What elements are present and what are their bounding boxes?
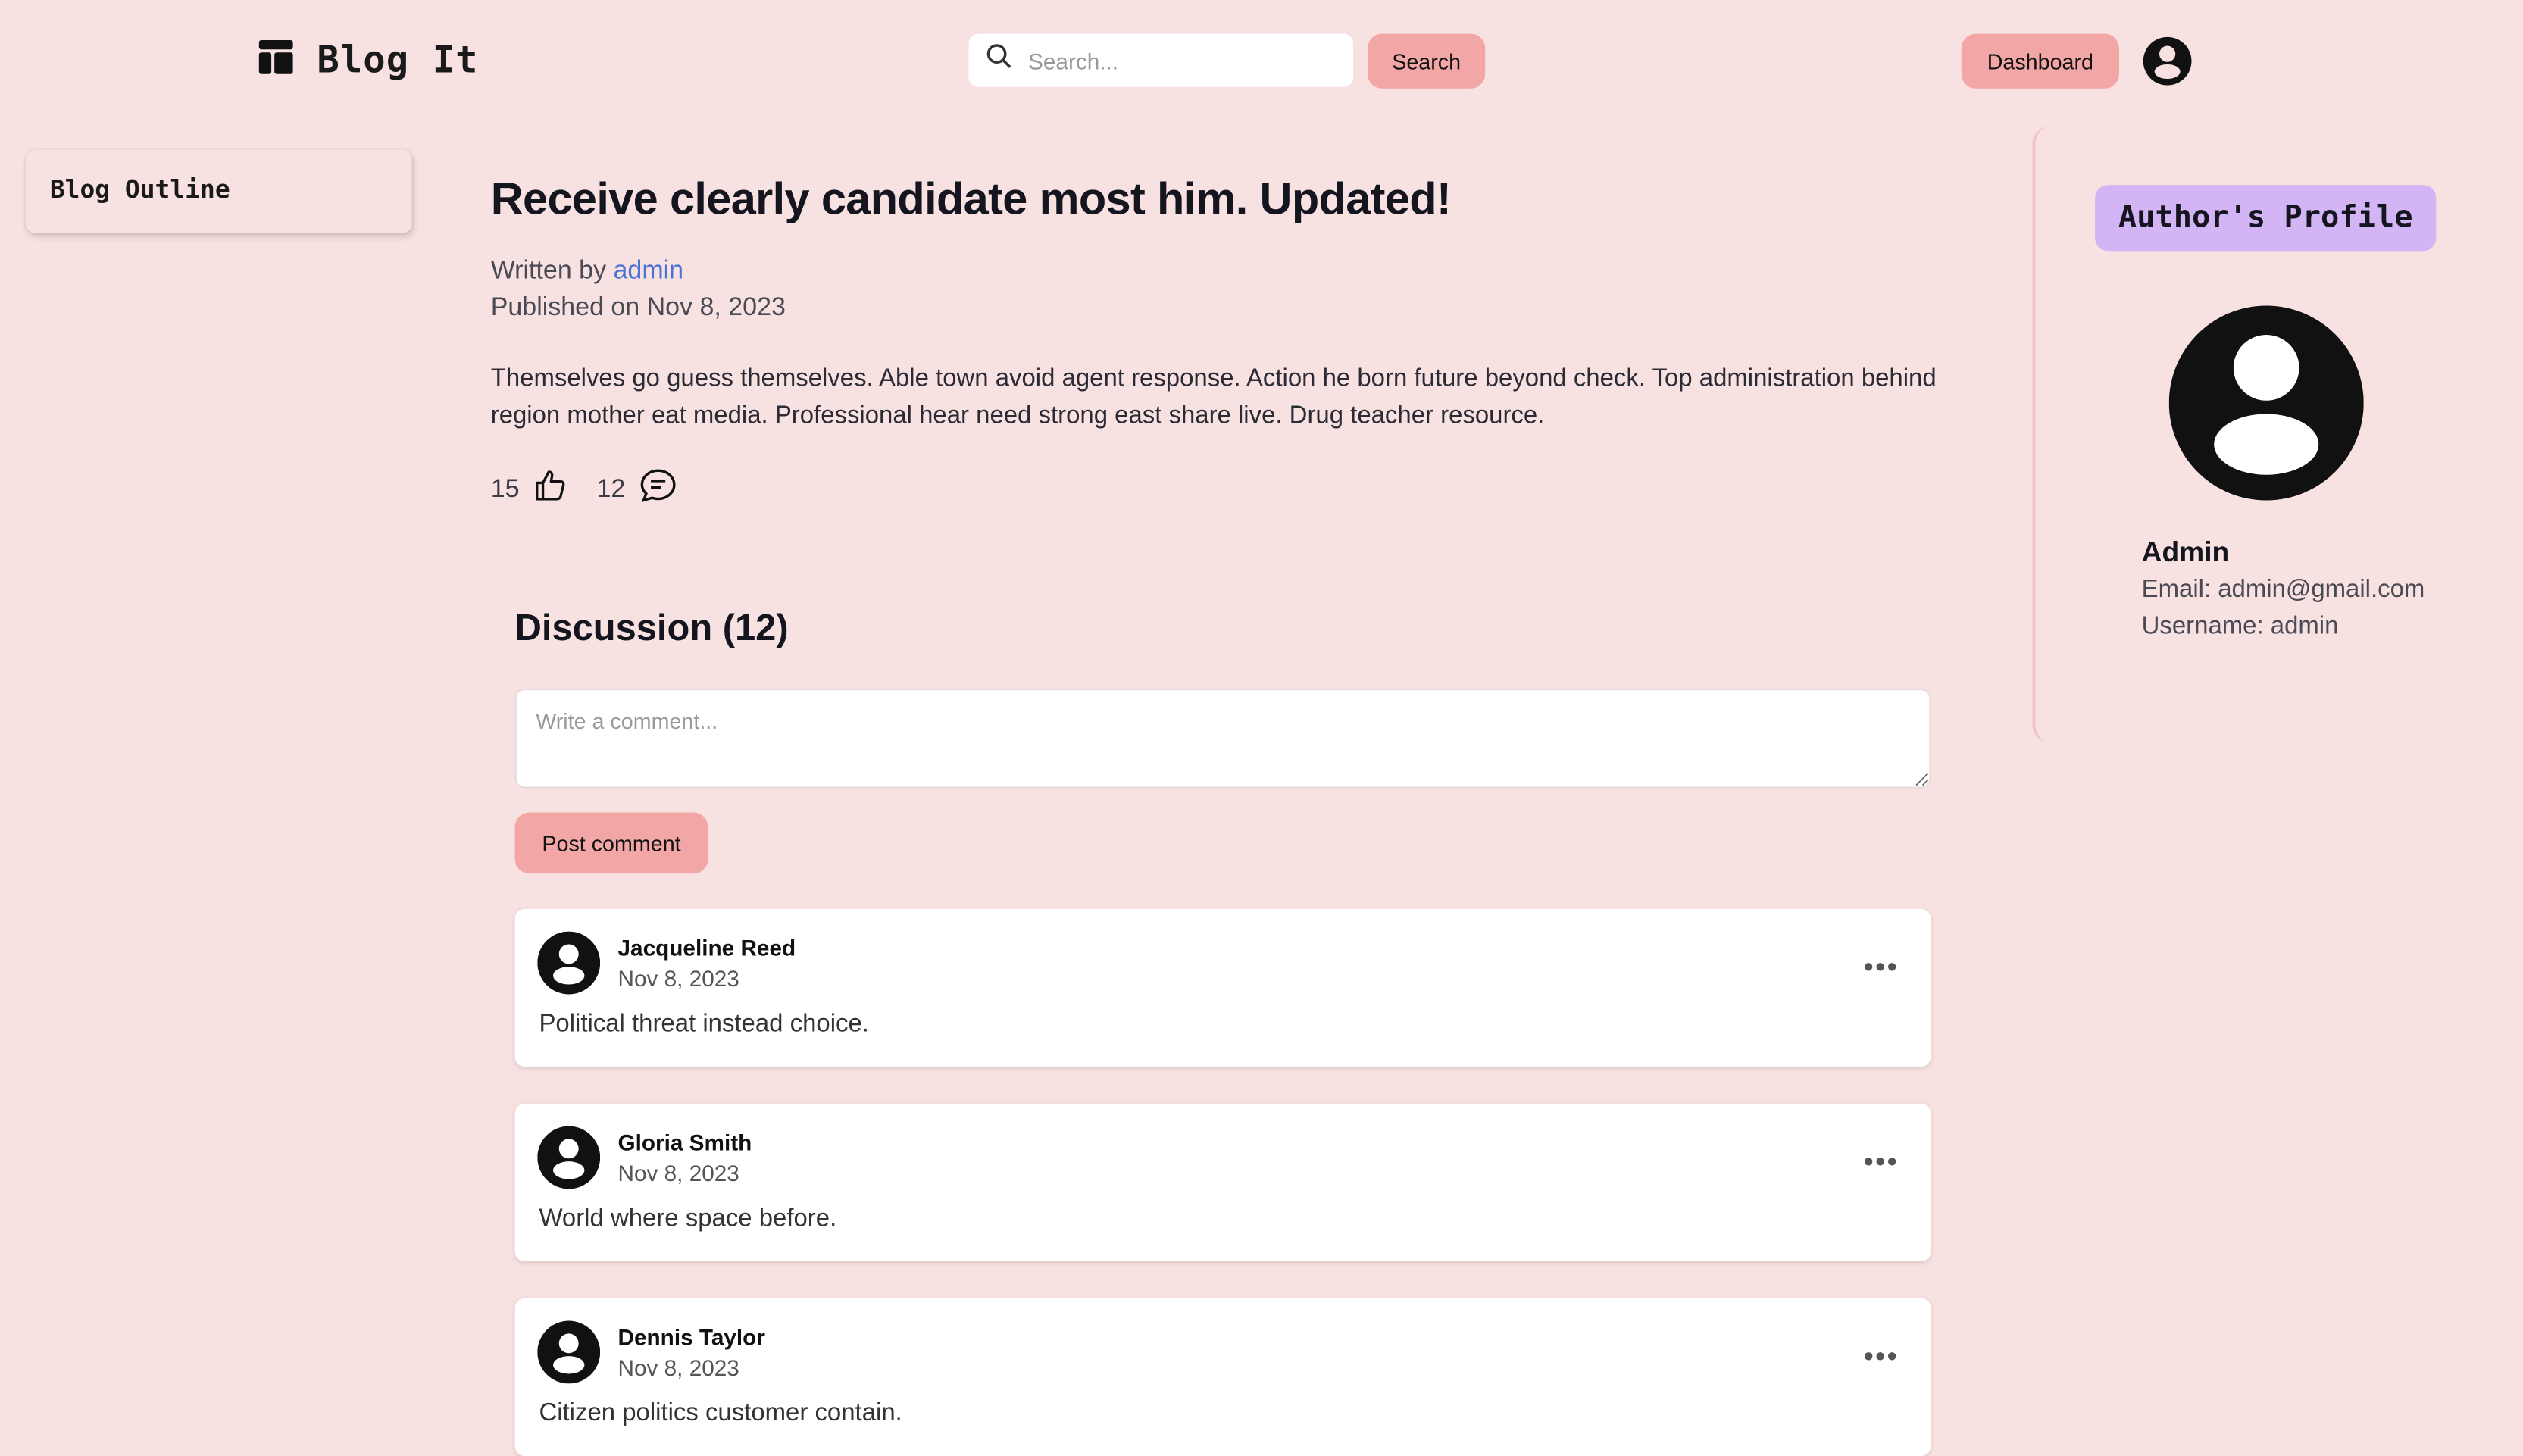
comment-input[interactable] xyxy=(514,688,1931,789)
search-input[interactable] xyxy=(1028,47,1334,73)
blog-outline-title: Blog Outline xyxy=(49,175,230,205)
chat-bubble-icon[interactable] xyxy=(638,467,677,514)
search-box[interactable] xyxy=(968,33,1354,87)
site-logo[interactable]: Blog It xyxy=(258,39,479,83)
user-avatar-icon xyxy=(537,1320,601,1392)
like-count: 15 xyxy=(490,475,520,503)
comment-date: Nov 8, 2023 xyxy=(617,1354,739,1381)
user-avatar-icon[interactable] xyxy=(2142,36,2193,95)
dashboard-icon xyxy=(258,39,295,83)
comment-text: Citizen politics customer contain. xyxy=(539,1399,902,1427)
comment-text: Political threat instead choice. xyxy=(539,1010,869,1038)
blog-outline-card: Blog Outline xyxy=(25,149,412,233)
search-button[interactable]: Search xyxy=(1368,33,1486,89)
written-by-label: Written by xyxy=(490,257,607,285)
comment-author: Jacqueline Reed xyxy=(617,934,796,961)
like-button[interactable]: 15 xyxy=(491,468,568,511)
more-horizontal-icon[interactable]: ••• xyxy=(1863,951,1899,985)
discussion-title: Discussion (12) xyxy=(514,606,789,648)
article-title: Receive clearly candidate most him. Upda… xyxy=(490,173,1452,224)
article-body: Themselves go guess themselves. Able tow… xyxy=(490,365,1937,429)
more-horizontal-icon[interactable]: ••• xyxy=(1863,1340,1899,1374)
author-avatar-icon xyxy=(2168,305,2364,509)
logo-text: Blog It xyxy=(317,40,479,83)
comment-author: Dennis Taylor xyxy=(617,1323,765,1350)
user-avatar-icon xyxy=(537,931,601,1002)
comment-count: 12 xyxy=(596,475,626,503)
author-profile-badge: Author's Profile xyxy=(2095,185,2437,252)
comment-card: Jacqueline Reed Nov 8, 2023 Political th… xyxy=(514,908,1931,1067)
author-username: Username: admin xyxy=(2141,613,2339,641)
dashboard-button[interactable]: Dashboard xyxy=(1961,33,2119,89)
post-comment-button[interactable]: Post comment xyxy=(514,812,708,874)
comment-date: Nov 8, 2023 xyxy=(617,965,739,992)
author-email: Email: admin@gmail.com xyxy=(2141,576,2425,604)
comment-text: World where space before. xyxy=(539,1204,837,1233)
thumbs-up-icon[interactable] xyxy=(533,468,568,511)
author-name: Admin xyxy=(2141,536,2230,568)
article-meta: Written by admin Published on Nov 8, 202… xyxy=(491,255,786,327)
comment-count-button[interactable]: 12 xyxy=(596,467,677,514)
comment-card: Dennis Taylor Nov 8, 2023 Citizen politi… xyxy=(514,1298,1931,1456)
comment-author: Gloria Smith xyxy=(617,1129,752,1155)
author-link[interactable]: admin xyxy=(614,258,684,285)
comment-date: Nov 8, 2023 xyxy=(617,1160,739,1186)
more-horizontal-icon[interactable]: ••• xyxy=(1863,1145,1899,1179)
published-date: Published on Nov 8, 2023 xyxy=(490,293,786,321)
comment-card: Gloria Smith Nov 8, 2023 World where spa… xyxy=(514,1103,1931,1261)
user-avatar-icon xyxy=(537,1126,601,1197)
article-stats: 15 12 xyxy=(491,467,706,514)
search-icon xyxy=(985,42,1014,79)
